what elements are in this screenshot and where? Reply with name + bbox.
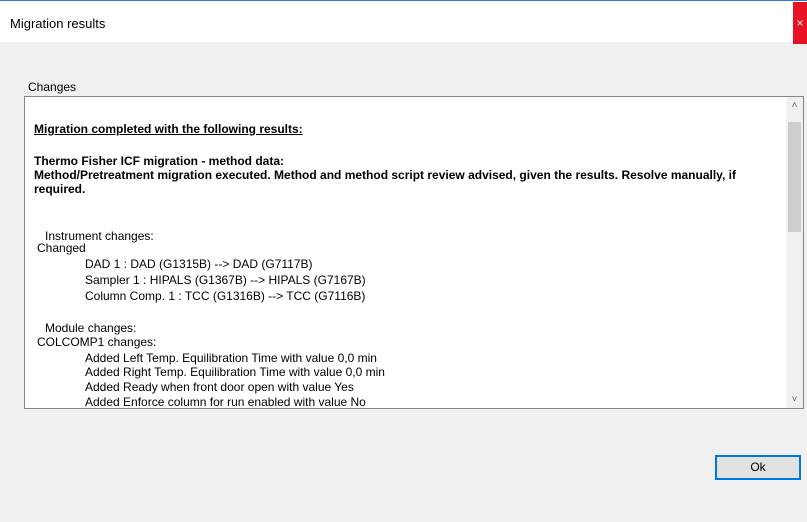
summary-text: Method/Pretreatment migration executed. … — [34, 168, 736, 196]
instrument-item: Sampler 1 : HIPALS (G1367B) --> HIPALS (… — [85, 273, 366, 287]
changed-label: Changed — [37, 241, 86, 255]
module-item: Added Ready when front door open with va… — [85, 380, 354, 394]
results-text-area[interactable]: Migration completed with the following r… — [24, 96, 804, 409]
results-heading: Migration completed with the following r… — [34, 122, 303, 136]
vertical-scrollbar[interactable]: ˄ ˅ — [786, 97, 803, 408]
scroll-up-arrow-icon[interactable]: ˄ — [786, 97, 803, 114]
instrument-item: Column Comp. 1 : TCC (G1316B) --> TCC (G… — [85, 289, 366, 303]
module-item: Added Left Temp. Equilibration Time with… — [85, 351, 377, 365]
changes-group-label: Changes — [28, 80, 77, 94]
close-button[interactable]: × — [793, 2, 807, 44]
module-item: Added Right Temp. Equilibration Time wit… — [85, 365, 385, 379]
module-name: COLCOMP1 changes: — [37, 335, 157, 349]
instrument-item: DAD 1 : DAD (G1315B) --> DAD (G7117B) — [85, 257, 313, 271]
section-title: Thermo Fisher ICF migration - method dat… — [34, 154, 285, 168]
module-changes-label: Module changes: — [45, 321, 137, 335]
scroll-down-arrow-icon[interactable]: ˅ — [786, 391, 803, 408]
migration-summary: Thermo Fisher ICF migration - method dat… — [34, 154, 774, 196]
title-bar[interactable]: Migration results × — [0, 1, 807, 44]
window-title: Migration results — [10, 16, 106, 31]
module-item: Added Enforce column for run enabled wit… — [85, 395, 366, 409]
scrollbar-thumb[interactable] — [788, 122, 801, 232]
ok-button[interactable]: Ok — [715, 455, 801, 480]
